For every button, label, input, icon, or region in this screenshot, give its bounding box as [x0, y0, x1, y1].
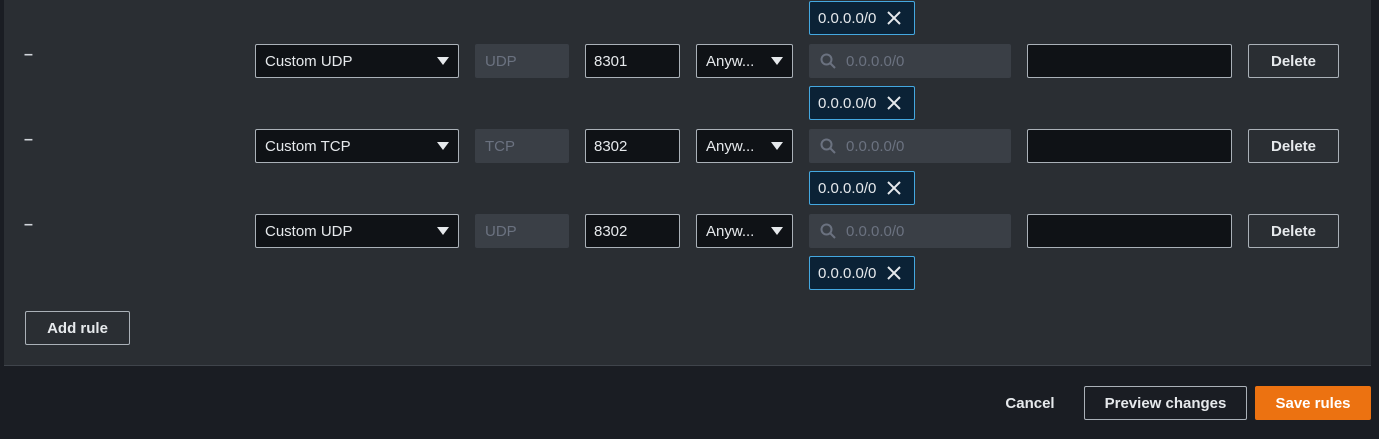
close-icon[interactable] [886, 10, 902, 26]
remove-row-dash: – [24, 131, 33, 148]
source-token: 0.0.0.0/0 [809, 171, 915, 205]
delete-button[interactable]: Delete [1248, 214, 1339, 248]
close-icon[interactable] [886, 180, 902, 196]
save-rules-button[interactable]: Save rules [1255, 386, 1371, 420]
caret-down-icon [437, 142, 449, 150]
description-input[interactable] [1027, 214, 1232, 248]
search-placeholder: 0.0.0.0/0 [846, 52, 905, 70]
port-range-input[interactable]: 8302 [585, 129, 680, 163]
port-range-input[interactable]: 8302 [585, 214, 680, 248]
caret-down-icon [771, 227, 783, 235]
source-token: 0.0.0.0/0 [809, 1, 915, 35]
protocol-field: UDP [475, 44, 569, 78]
search-icon [820, 53, 836, 69]
add-rule-button[interactable]: Add rule [25, 311, 130, 345]
search-placeholder: 0.0.0.0/0 [846, 137, 905, 155]
search-icon [820, 138, 836, 154]
source-search-input[interactable]: 0.0.0.0/0 [809, 214, 1011, 248]
close-icon[interactable] [886, 95, 902, 111]
caret-down-icon [771, 142, 783, 150]
source-type-value: Anyw... [706, 222, 755, 240]
protocol-field: UDP [475, 214, 569, 248]
source-type-value: Anyw... [706, 52, 755, 70]
description-input[interactable] [1027, 44, 1232, 78]
description-input[interactable] [1027, 129, 1232, 163]
source-search-input[interactable]: 0.0.0.0/0 [809, 44, 1011, 78]
source-type-select[interactable]: Anyw... [696, 214, 793, 248]
source-token-label: 0.0.0.0/0 [818, 94, 877, 112]
caret-down-icon [437, 57, 449, 65]
cancel-button[interactable]: Cancel [996, 386, 1064, 420]
source-token: 0.0.0.0/0 [809, 256, 915, 290]
source-type-value: Anyw... [706, 137, 755, 155]
preview-changes-button[interactable]: Preview changes [1084, 386, 1247, 420]
port-range-input[interactable]: 8301 [585, 44, 680, 78]
type-select[interactable]: Custom UDP [255, 44, 459, 78]
remove-row-dash: – [24, 46, 33, 63]
source-search-input[interactable]: 0.0.0.0/0 [809, 129, 1011, 163]
caret-down-icon [437, 227, 449, 235]
type-select[interactable]: Custom TCP [255, 129, 459, 163]
delete-button[interactable]: Delete [1248, 44, 1339, 78]
search-placeholder: 0.0.0.0/0 [846, 222, 905, 240]
type-select-value: Custom UDP [265, 52, 353, 70]
remove-row-dash: – [24, 216, 33, 233]
source-type-select[interactable]: Anyw... [696, 44, 793, 78]
type-select-value: Custom UDP [265, 222, 353, 240]
source-token-label: 0.0.0.0/0 [818, 264, 877, 282]
source-type-select[interactable]: Anyw... [696, 129, 793, 163]
source-token-label: 0.0.0.0/0 [818, 9, 877, 27]
source-token: 0.0.0.0/0 [809, 86, 915, 120]
delete-button[interactable]: Delete [1248, 129, 1339, 163]
type-select-value: Custom TCP [265, 137, 351, 155]
protocol-field: TCP [475, 129, 569, 163]
search-icon [820, 223, 836, 239]
close-icon[interactable] [886, 265, 902, 281]
type-select[interactable]: Custom UDP [255, 214, 459, 248]
caret-down-icon [771, 57, 783, 65]
source-token-label: 0.0.0.0/0 [818, 179, 877, 197]
